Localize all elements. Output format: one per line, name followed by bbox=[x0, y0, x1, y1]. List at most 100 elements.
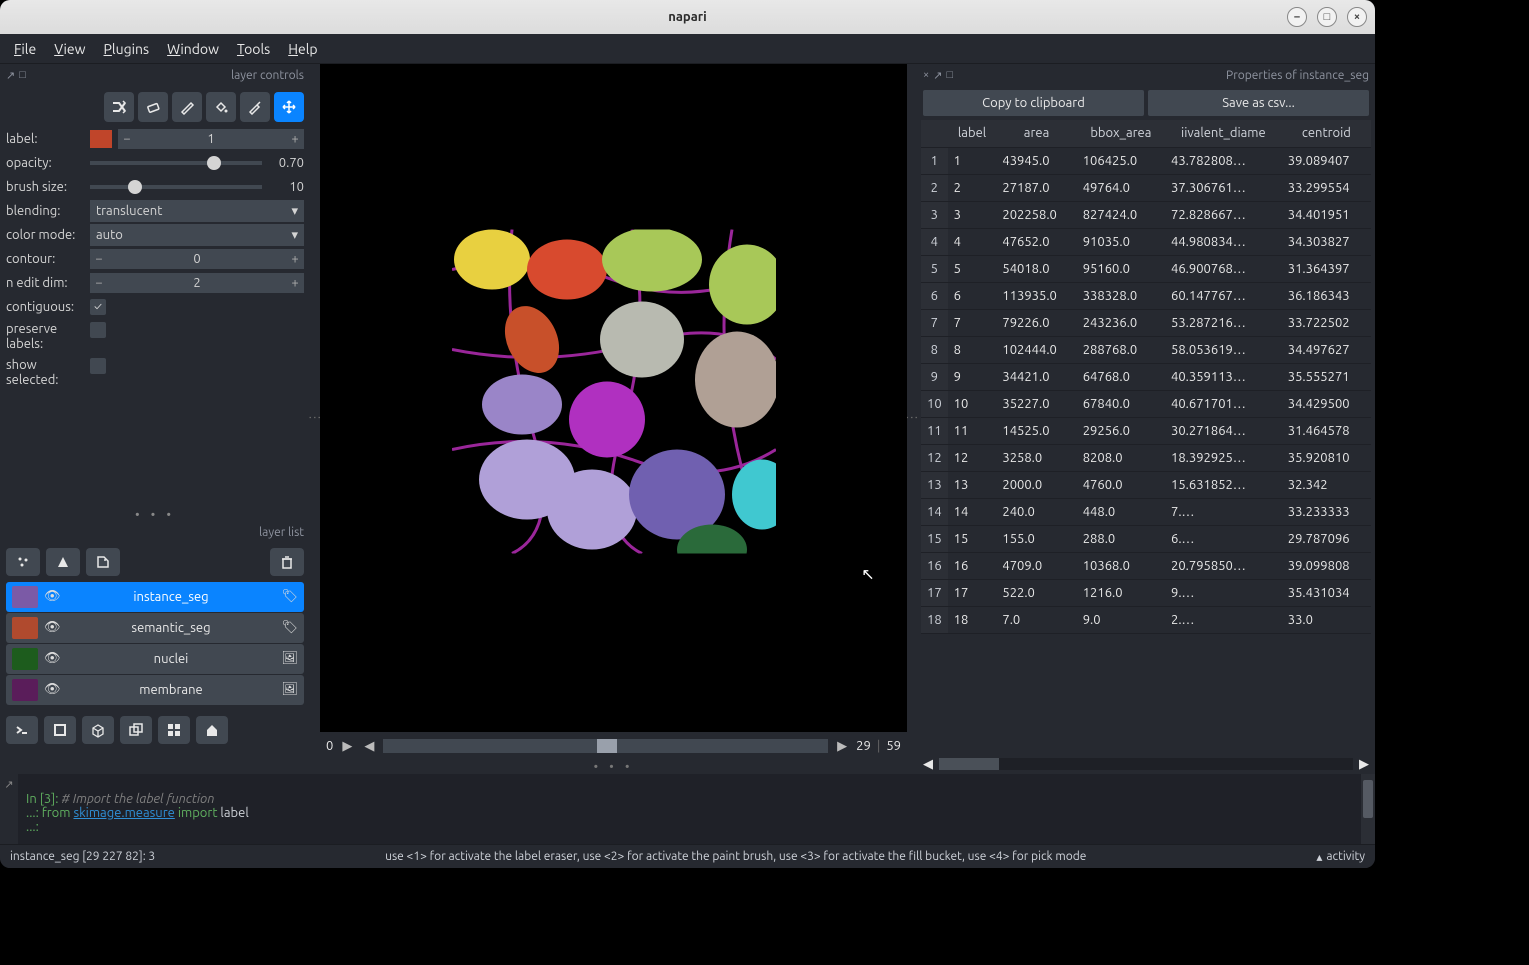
console-body[interactable]: In [3]: # Import the label function ...:… bbox=[18, 774, 1361, 844]
table-row[interactable]: 33202258.0827424.072.828667…34.401951 bbox=[921, 201, 1371, 228]
delete-layer-button[interactable] bbox=[270, 548, 304, 576]
roll-dims-button[interactable] bbox=[120, 716, 152, 744]
layer-row-nuclei[interactable]: 👁 nuclei 🖼 bbox=[6, 644, 304, 674]
scroll-left-icon[interactable]: ◀ bbox=[923, 757, 933, 772]
col-bbox_area[interactable]: bbox_area bbox=[1077, 120, 1165, 147]
canvas-resize-handle[interactable]: • • • bbox=[320, 760, 907, 774]
table-row[interactable]: 1515155.0288.06.…29.787096 bbox=[921, 525, 1371, 552]
table-row[interactable]: 5554018.095160.046.900768…31.364397 bbox=[921, 255, 1371, 282]
copy-clipboard-button[interactable]: Copy to clipboard bbox=[923, 90, 1144, 116]
properties-hscroll[interactable]: ◀ ▶ bbox=[917, 754, 1375, 774]
paint-brush-button[interactable] bbox=[172, 92, 202, 122]
col-iivalent_diame[interactable]: iivalent_diame bbox=[1165, 120, 1282, 147]
close-panel-icon[interactable]: × bbox=[923, 69, 929, 82]
grid-button[interactable] bbox=[158, 716, 190, 744]
undock-icon[interactable]: ↗ bbox=[6, 69, 15, 82]
pin-icon[interactable]: □ bbox=[946, 69, 953, 82]
activity-button[interactable]: ▴activity bbox=[1316, 850, 1365, 864]
table-row[interactable]: 16164709.010368.020.795850…39.099808 bbox=[921, 552, 1371, 579]
canvas[interactable]: ↖ bbox=[320, 64, 907, 732]
menu-window[interactable]: Window bbox=[167, 41, 219, 57]
visibility-toggle[interactable]: 👁 bbox=[44, 620, 62, 635]
left-resize-grip[interactable]: ⋮ bbox=[310, 64, 320, 774]
table-row[interactable]: 9934421.064768.040.359113…35.555271 bbox=[921, 363, 1371, 390]
layer-row-semantic_seg[interactable]: 👁 semantic_seg 🏷 bbox=[6, 613, 304, 643]
table-row[interactable]: 13132000.04760.015.631852…32.342 bbox=[921, 471, 1371, 498]
close-button[interactable]: × bbox=[1347, 7, 1367, 27]
col-centroid[interactable]: centroid bbox=[1282, 120, 1371, 147]
col-index[interactable] bbox=[921, 120, 948, 147]
status-bar: instance_seg [29 227 82]: 3 use <1> for … bbox=[0, 844, 1375, 868]
maximize-button[interactable]: □ bbox=[1317, 7, 1337, 27]
layer-type-icon: 🏷 bbox=[280, 589, 298, 604]
label-value-spinner[interactable]: −1+ bbox=[118, 129, 304, 149]
pin-icon[interactable]: □ bbox=[19, 69, 26, 82]
preserve-label: preservelabels: bbox=[6, 322, 84, 352]
table-row[interactable]: 1143945.0106425.043.782808…39.089407 bbox=[921, 147, 1371, 174]
menu-tools[interactable]: Tools bbox=[237, 41, 270, 57]
pan-zoom-button[interactable] bbox=[274, 92, 304, 122]
menu-plugins[interactable]: Plugins bbox=[104, 41, 150, 57]
table-row[interactable]: 88102444.0288768.058.053619…34.497627 bbox=[921, 336, 1371, 363]
properties-table-wrap[interactable]: labelareabbox_areaiivalent_diamecentroid… bbox=[917, 120, 1375, 754]
contiguous-label: contiguous: bbox=[6, 300, 84, 314]
step-forward-button[interactable]: ▶ bbox=[834, 739, 850, 754]
console-scrollbar[interactable] bbox=[1361, 774, 1375, 844]
panel-resize-handle[interactable]: • • • bbox=[0, 508, 310, 522]
col-label[interactable]: label bbox=[948, 120, 997, 147]
menu-help[interactable]: Help bbox=[288, 41, 317, 57]
fill-bucket-button[interactable] bbox=[206, 92, 236, 122]
nedit-spinner[interactable]: −2+ bbox=[90, 273, 304, 293]
table-row[interactable]: 111114525.029256.030.271864…31.464578 bbox=[921, 417, 1371, 444]
titlebar: napari – □ × bbox=[0, 0, 1375, 34]
layer-name: instance_seg bbox=[68, 590, 274, 604]
visibility-toggle[interactable]: 👁 bbox=[44, 651, 62, 666]
showsel-checkbox[interactable] bbox=[90, 358, 106, 374]
table-row[interactable]: 1717522.01216.09.…35.431034 bbox=[921, 579, 1371, 606]
home-button[interactable] bbox=[196, 716, 228, 744]
menu-view[interactable]: View bbox=[54, 41, 85, 57]
table-row[interactable]: 7779226.0243236.053.287216…33.722502 bbox=[921, 309, 1371, 336]
col-area[interactable]: area bbox=[996, 120, 1076, 147]
step-back-button[interactable]: ◀ bbox=[361, 739, 377, 754]
visibility-toggle[interactable]: 👁 bbox=[44, 589, 62, 604]
undock-icon[interactable]: ↗ bbox=[933, 69, 942, 82]
visibility-toggle[interactable]: 👁 bbox=[44, 682, 62, 697]
blending-dropdown[interactable]: translucent▾ bbox=[90, 200, 304, 222]
table-row[interactable]: 12123258.08208.018.392925…35.920810 bbox=[921, 444, 1371, 471]
contour-spinner[interactable]: −0+ bbox=[90, 249, 304, 269]
table-row[interactable]: 1414240.0448.07.…33.233333 bbox=[921, 498, 1371, 525]
table-row[interactable]: 2227187.049764.037.306761…33.299554 bbox=[921, 174, 1371, 201]
save-csv-button[interactable]: Save as csv... bbox=[1148, 90, 1369, 116]
table-row[interactable]: 66113935.0338328.060.147767…36.186343 bbox=[921, 282, 1371, 309]
new-points-button[interactable] bbox=[6, 548, 40, 576]
eraser-button[interactable] bbox=[138, 92, 168, 122]
brush-size-slider[interactable] bbox=[90, 177, 262, 197]
shuffle-colors-button[interactable] bbox=[104, 92, 134, 122]
contiguous-checkbox[interactable]: ✓ bbox=[90, 299, 106, 315]
ndisplay-3d-button[interactable] bbox=[82, 716, 114, 744]
new-labels-button[interactable] bbox=[86, 548, 120, 576]
layer-row-membrane[interactable]: 👁 membrane 🖼 bbox=[6, 675, 304, 705]
layer-row-instance_seg[interactable]: 👁 instance_seg 🏷 bbox=[6, 582, 304, 612]
console-gutter[interactable]: ↗ bbox=[0, 774, 18, 844]
scroll-right-icon[interactable]: ▶ bbox=[1359, 757, 1369, 772]
chevron-down-icon: ▾ bbox=[291, 204, 298, 219]
preserve-checkbox[interactable] bbox=[90, 322, 106, 338]
right-resize-grip[interactable]: ⋮ bbox=[907, 64, 917, 774]
minimize-button[interactable]: – bbox=[1287, 7, 1307, 27]
colormode-dropdown[interactable]: auto▾ bbox=[90, 224, 304, 246]
label-color-swatch[interactable] bbox=[90, 130, 112, 148]
table-row[interactable]: 4447652.091035.044.980834…34.303827 bbox=[921, 228, 1371, 255]
table-row[interactable]: 18187.09.02.…33.0 bbox=[921, 606, 1371, 633]
color-picker-button[interactable] bbox=[240, 92, 270, 122]
console-toggle-button[interactable] bbox=[6, 716, 38, 744]
play-button[interactable]: ▶ bbox=[339, 739, 355, 754]
frame-slider[interactable] bbox=[383, 739, 828, 753]
menu-file[interactable]: File bbox=[14, 41, 36, 57]
new-shapes-button[interactable] bbox=[46, 548, 80, 576]
table-row[interactable]: 101035227.067840.040.671701…34.429500 bbox=[921, 390, 1371, 417]
ndisplay-2d-button[interactable] bbox=[44, 716, 76, 744]
opacity-slider[interactable] bbox=[90, 153, 262, 173]
layer-type-icon: 🖼 bbox=[280, 651, 298, 666]
